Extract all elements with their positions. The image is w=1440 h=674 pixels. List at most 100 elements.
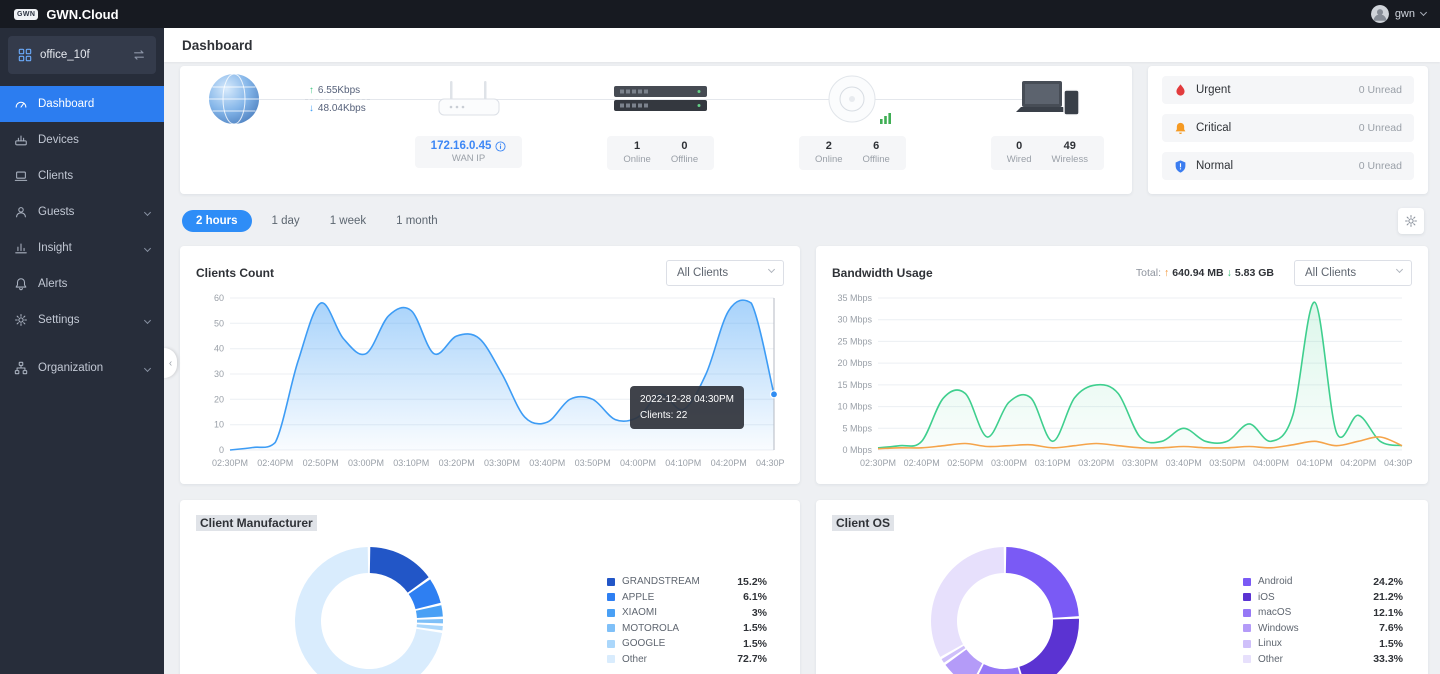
svg-text:20 Mbps: 20 Mbps: [837, 358, 872, 368]
legend-item[interactable]: GRANDSTREAM 15.2%: [607, 574, 767, 590]
devices-icon: [15, 135, 27, 146]
legend-item[interactable]: MOTOROLA 1.5%: [607, 621, 767, 637]
chevron-down-icon: [1395, 265, 1404, 274]
sidebar-item-alerts[interactable]: Alerts: [0, 266, 164, 302]
clients-count-title: Clients Count: [196, 266, 274, 280]
legend-label: GOOGLE: [622, 638, 666, 650]
insight-icon: [15, 243, 27, 254]
donut-segment[interactable]: [1005, 547, 1079, 618]
alert-row-urgent[interactable]: Urgent 0 Unread: [1162, 76, 1414, 104]
alert-row-critical[interactable]: Critical 0 Unread: [1162, 114, 1414, 142]
sidebar-item-label: Insight: [38, 242, 72, 254]
internet-node: [208, 70, 260, 170]
svg-text:03:20PM: 03:20PM: [439, 458, 475, 468]
wan-ip-pill[interactable]: 172.16.0.45 WAN IP: [414, 136, 523, 168]
switch-network-icon[interactable]: [132, 48, 146, 62]
legend-percent: 7.6%: [1379, 622, 1403, 635]
alert-row-normal[interactable]: Normal 0 Unread: [1162, 152, 1414, 180]
network-selector[interactable]: office_10f: [8, 36, 156, 74]
alert-unread-count: 0 Unread: [1358, 160, 1402, 172]
client-os-donut[interactable]: [930, 546, 1080, 674]
total-label: Total:: [1135, 267, 1162, 279]
brand: GWN GWN.Cloud: [14, 7, 119, 22]
access-point-image: [828, 70, 892, 128]
sidebar-item-label: Guests: [38, 206, 75, 218]
legend-item[interactable]: iOS 21.2%: [1243, 590, 1403, 606]
svg-text:02:30PM: 02:30PM: [860, 458, 896, 468]
svg-text:40: 40: [214, 344, 224, 354]
svg-text:03:40PM: 03:40PM: [1166, 458, 1202, 468]
alert-label: Normal: [1196, 160, 1234, 172]
wireless-label: Wireless: [1051, 153, 1088, 165]
legend-item[interactable]: Other 72.7%: [607, 652, 767, 668]
sidebar-item-devices[interactable]: Devices: [0, 122, 164, 158]
svg-text:03:50PM: 03:50PM: [1209, 458, 1245, 468]
bandwidth-usage-title: Bandwidth Usage: [832, 266, 933, 280]
sidebar-item-guests[interactable]: Guests: [0, 194, 164, 230]
sidebar-item-settings[interactable]: Settings: [0, 302, 164, 338]
sidebar-item-clients[interactable]: Clients: [0, 158, 164, 194]
download-arrow-icon: ↓: [308, 102, 314, 114]
router-image: [437, 70, 501, 128]
legend-item[interactable]: Other 33.3%: [1243, 652, 1403, 668]
donut-segment[interactable]: [416, 619, 443, 624]
svg-text:03:50PM: 03:50PM: [575, 458, 611, 468]
sidebar-item-insight[interactable]: Insight: [0, 230, 164, 266]
legend-item[interactable]: Android 24.2%: [1243, 574, 1403, 590]
tab-1-day[interactable]: 1 day: [262, 210, 310, 232]
client-manufacturer-card: Client Manufacturer GRANDSTREAM 15.2% APPL…: [180, 500, 800, 674]
svg-text:03:00PM: 03:00PM: [348, 458, 384, 468]
donut-segment[interactable]: [931, 547, 1005, 657]
clients-count-chart[interactable]: 60 50 40 30 20 10 0 02:30PM 02:40PM 02:50PM 03:00P…: [196, 288, 784, 472]
svg-text:04:00PM: 04:00PM: [1253, 458, 1289, 468]
legend-item[interactable]: XIAOMI 3%: [607, 605, 767, 621]
legend-swatch: [607, 639, 615, 648]
tab-2-hours[interactable]: 2 hours: [182, 210, 252, 232]
legend-percent: 3%: [751, 606, 767, 619]
client-os-legend: Android 24.2% iOS 21.2% macOS 12.1% Windows 7.6…: [1243, 574, 1403, 667]
tab-1-week[interactable]: 1 week: [320, 210, 376, 232]
donut-segment[interactable]: [945, 649, 983, 674]
download-total: 5.83 GB: [1234, 267, 1274, 279]
bandwidth-usage-chart[interactable]: 35 Mbps 30 Mbps 25 Mbps 20 Mbps 15 Mbps 10 Mb…: [832, 288, 1412, 472]
switch-online-count: 1: [634, 140, 641, 152]
ap-status-pill[interactable]: 2 Online 6 Offline: [799, 136, 906, 170]
clients-filter-dropdown[interactable]: All Clients: [666, 260, 784, 286]
dashboard-settings-button[interactable]: [1398, 208, 1424, 234]
sidebar-item-label: Clients: [38, 170, 74, 182]
switch-node: 1 Online 0 Offline: [607, 70, 715, 170]
chevron-down-icon: [143, 316, 152, 324]
gwn-logo-icon: GWN: [14, 8, 39, 20]
sidebar-item-organization[interactable]: Organization: [0, 350, 164, 386]
clients-status-pill[interactable]: 0 Wired 49 Wireless: [990, 136, 1104, 170]
network-grid-icon: [18, 48, 32, 62]
legend-item[interactable]: GOOGLE 1.5%: [607, 636, 767, 652]
dropdown-value: All Clients: [677, 267, 729, 279]
info-icon[interactable]: [495, 140, 506, 152]
client-manufacturer-donut[interactable]: [294, 546, 444, 674]
legend-item[interactable]: APPLE 6.1%: [607, 590, 767, 606]
legend-item[interactable]: Linux 1.5%: [1243, 636, 1403, 652]
sidebar-item-label: Devices: [38, 134, 79, 146]
donut-segment[interactable]: [369, 547, 429, 593]
user-menu[interactable]: gwn: [1370, 5, 1428, 23]
chevron-down-icon: [1419, 8, 1428, 17]
client-manufacturer-title: Client Manufacturer: [196, 515, 317, 531]
donut-segment[interactable]: [1019, 618, 1079, 674]
legend-item[interactable]: macOS 12.1%: [1243, 605, 1403, 621]
legend-swatch: [1243, 639, 1251, 648]
sidebar-item-dashboard[interactable]: Dashboard: [0, 86, 164, 122]
svg-text:02:30PM: 02:30PM: [212, 458, 248, 468]
bandwidth-filter-dropdown[interactable]: All Clients: [1294, 260, 1412, 286]
svg-text:04:20PM: 04:20PM: [711, 458, 747, 468]
legend-swatch: [1243, 655, 1251, 664]
page-header: Dashboard: [164, 28, 1440, 62]
urgent-flame-icon: [1176, 83, 1185, 96]
wan-ip-label: WAN IP: [451, 153, 486, 164]
legend-item[interactable]: Windows 7.6%: [1243, 621, 1403, 637]
bandwidth-usage-card: Bandwidth Usage Total: ↑ 640.94 MB ↓ 5.83 …: [816, 246, 1428, 484]
tab-1-month[interactable]: 1 month: [386, 210, 448, 232]
clients-node: 0 Wired 49 Wireless: [990, 70, 1104, 170]
upload-arrow-icon: ↑: [308, 84, 314, 96]
switch-status-pill[interactable]: 1 Online 0 Offline: [607, 136, 715, 170]
